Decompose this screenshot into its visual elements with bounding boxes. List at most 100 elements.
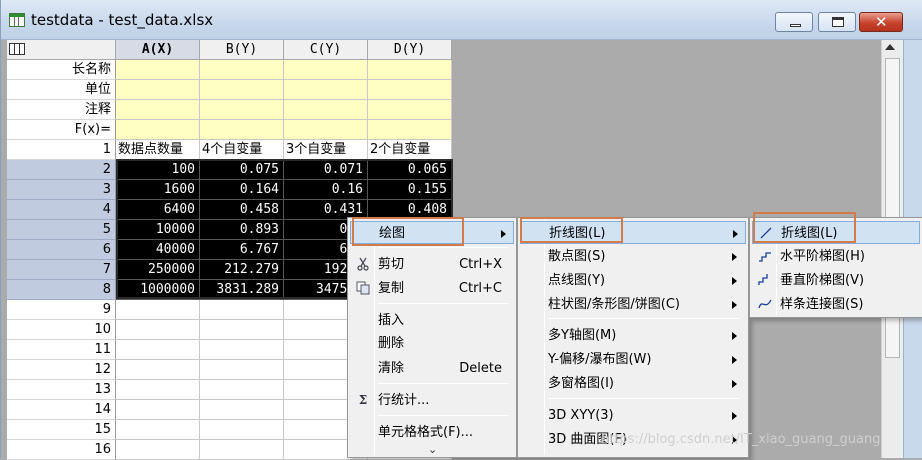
empty-cell[interactable] — [200, 320, 284, 340]
data-cell-selected[interactable]: 0.065 — [368, 160, 452, 180]
empty-cell[interactable] — [116, 320, 200, 340]
row-number[interactable]: 3 — [7, 180, 116, 200]
meta-cell[interactable] — [284, 100, 368, 120]
menu-item-y-offset-waterfall[interactable]: Y-偏移/瀑布图(W) — [520, 348, 746, 371]
row-number[interactable]: 9 — [7, 300, 116, 320]
menu-item-clear[interactable]: 清除 Delete — [350, 357, 514, 380]
column-header[interactable]: B(Y) — [200, 40, 284, 60]
data-cell-selected[interactable]: 6400 — [116, 200, 200, 220]
empty-cell[interactable] — [200, 400, 284, 420]
menu-item-3d-xyy[interactable]: 3D XYY(3) — [520, 404, 746, 427]
menu-item-row-statistics[interactable]: Σ 行统计... — [350, 389, 514, 412]
meta-cell[interactable] — [116, 80, 200, 100]
maximize-button[interactable] — [818, 12, 856, 32]
data-cell-selected[interactable]: 1000000 — [116, 280, 200, 300]
select-all-corner[interactable] — [7, 40, 116, 60]
row-number[interactable]: 8 — [7, 280, 116, 300]
menu-expand-more-icon[interactable]: ⌄ — [428, 444, 437, 456]
menu-item-horizontal-step[interactable]: 水平阶梯图(H) — [752, 245, 920, 268]
row-number[interactable]: 4 — [7, 200, 116, 220]
empty-cell[interactable] — [200, 380, 284, 400]
row-number[interactable]: 2 — [7, 160, 116, 180]
meta-cell[interactable] — [368, 120, 452, 140]
empty-cell[interactable] — [116, 360, 200, 380]
menu-item-spline-connected[interactable]: 样条连接图(S) — [752, 293, 920, 316]
empty-cell[interactable] — [200, 360, 284, 380]
menu-item-delete[interactable]: 删除 — [350, 332, 514, 355]
row-number[interactable]: 16 — [7, 440, 116, 460]
data-cell[interactable]: 3个自变量 — [284, 140, 368, 160]
menu-item-copy[interactable]: 复制 Ctrl+C — [350, 277, 514, 300]
row-number[interactable]: 15 — [7, 420, 116, 440]
row-label[interactable]: 长名称 — [7, 60, 116, 80]
meta-cell[interactable] — [116, 100, 200, 120]
meta-cell[interactable] — [284, 120, 368, 140]
meta-cell[interactable] — [368, 80, 452, 100]
menu-item-insert[interactable]: 插入 — [350, 309, 514, 332]
empty-cell[interactable] — [116, 400, 200, 420]
meta-cell[interactable] — [284, 60, 368, 80]
title-bar[interactable]: testdata - test_data.xlsx ✕ — [1, 0, 922, 40]
empty-cell[interactable] — [116, 420, 200, 440]
row-number[interactable]: 6 — [7, 240, 116, 260]
data-cell-selected[interactable]: 100 — [116, 160, 200, 180]
menu-item-scatter[interactable]: 散点图(S) — [520, 245, 746, 268]
menu-item-line-chart[interactable]: 折线图(L) — [752, 221, 920, 244]
column-header[interactable]: C(Y) — [284, 40, 368, 60]
row-number[interactable]: 13 — [7, 380, 116, 400]
data-cell-selected[interactable]: 1600 — [116, 180, 200, 200]
row-number[interactable]: 11 — [7, 340, 116, 360]
data-cell-selected[interactable]: 0.458 — [200, 200, 284, 220]
row-number[interactable]: 12 — [7, 360, 116, 380]
meta-cell[interactable] — [368, 100, 452, 120]
menu-item-vertical-step[interactable]: 垂直阶梯图(V) — [752, 269, 920, 292]
data-cell-selected[interactable]: 10000 — [116, 220, 200, 240]
row-number[interactable]: 1 — [7, 140, 116, 160]
meta-cell[interactable] — [116, 60, 200, 80]
menu-item-line[interactable]: 折线图(L) — [520, 221, 746, 244]
meta-cell[interactable] — [200, 60, 284, 80]
meta-cell[interactable] — [116, 120, 200, 140]
data-cell-selected[interactable]: 0.893 — [200, 220, 284, 240]
menu-item-column-bar-pie[interactable]: 柱状图/条形图/饼图(C) — [520, 293, 746, 316]
column-header[interactable]: A(X) — [116, 40, 200, 60]
row-number[interactable]: 10 — [7, 320, 116, 340]
menu-item-format-cells[interactable]: 单元格格式(F)... — [350, 421, 514, 444]
empty-cell[interactable] — [116, 440, 200, 460]
close-button[interactable]: ✕ — [859, 12, 903, 32]
data-cell-selected[interactable]: 212.279 — [200, 260, 284, 280]
data-cell-selected[interactable]: 0.071 — [284, 160, 368, 180]
meta-cell[interactable] — [284, 80, 368, 100]
data-cell-selected[interactable]: 3831.289 — [200, 280, 284, 300]
scroll-up-arrow-icon[interactable] — [885, 44, 895, 50]
menu-item-plot[interactable]: 绘图 — [350, 221, 514, 244]
empty-cell[interactable] — [116, 340, 200, 360]
minimize-button[interactable] — [775, 12, 813, 32]
meta-cell[interactable] — [200, 100, 284, 120]
row-label[interactable]: 注释 — [7, 100, 116, 120]
data-cell[interactable]: 4个自变量 — [200, 140, 284, 160]
menu-item-multi-y[interactable]: 多Y轴图(M) — [520, 324, 746, 347]
data-cell-selected[interactable]: 250000 — [116, 260, 200, 280]
data-cell-selected[interactable]: 0.075 — [200, 160, 284, 180]
row-number[interactable]: 7 — [7, 260, 116, 280]
row-label[interactable]: F(x)= — [7, 120, 116, 140]
row-number[interactable]: 14 — [7, 400, 116, 420]
data-cell[interactable]: 2个自变量 — [368, 140, 452, 160]
empty-cell[interactable] — [200, 340, 284, 360]
data-cell-selected[interactable]: 40000 — [116, 240, 200, 260]
menu-item-cut[interactable]: 剪切 Ctrl+X — [350, 253, 514, 276]
data-cell-selected[interactable]: 0.16 — [284, 180, 368, 200]
meta-cell[interactable] — [200, 80, 284, 100]
meta-cell[interactable] — [368, 60, 452, 80]
data-cell-selected[interactable]: 0.164 — [200, 180, 284, 200]
empty-cell[interactable] — [200, 300, 284, 320]
menu-item-line-symbol[interactable]: 点线图(Y) — [520, 269, 746, 292]
column-header[interactable]: D(Y) — [368, 40, 452, 60]
data-cell-selected[interactable]: 6.767 — [200, 240, 284, 260]
empty-cell[interactable] — [200, 440, 284, 460]
row-number[interactable]: 5 — [7, 220, 116, 240]
empty-cell[interactable] — [116, 380, 200, 400]
data-cell-selected[interactable]: 0.155 — [368, 180, 452, 200]
row-label[interactable]: 单位 — [7, 80, 116, 100]
